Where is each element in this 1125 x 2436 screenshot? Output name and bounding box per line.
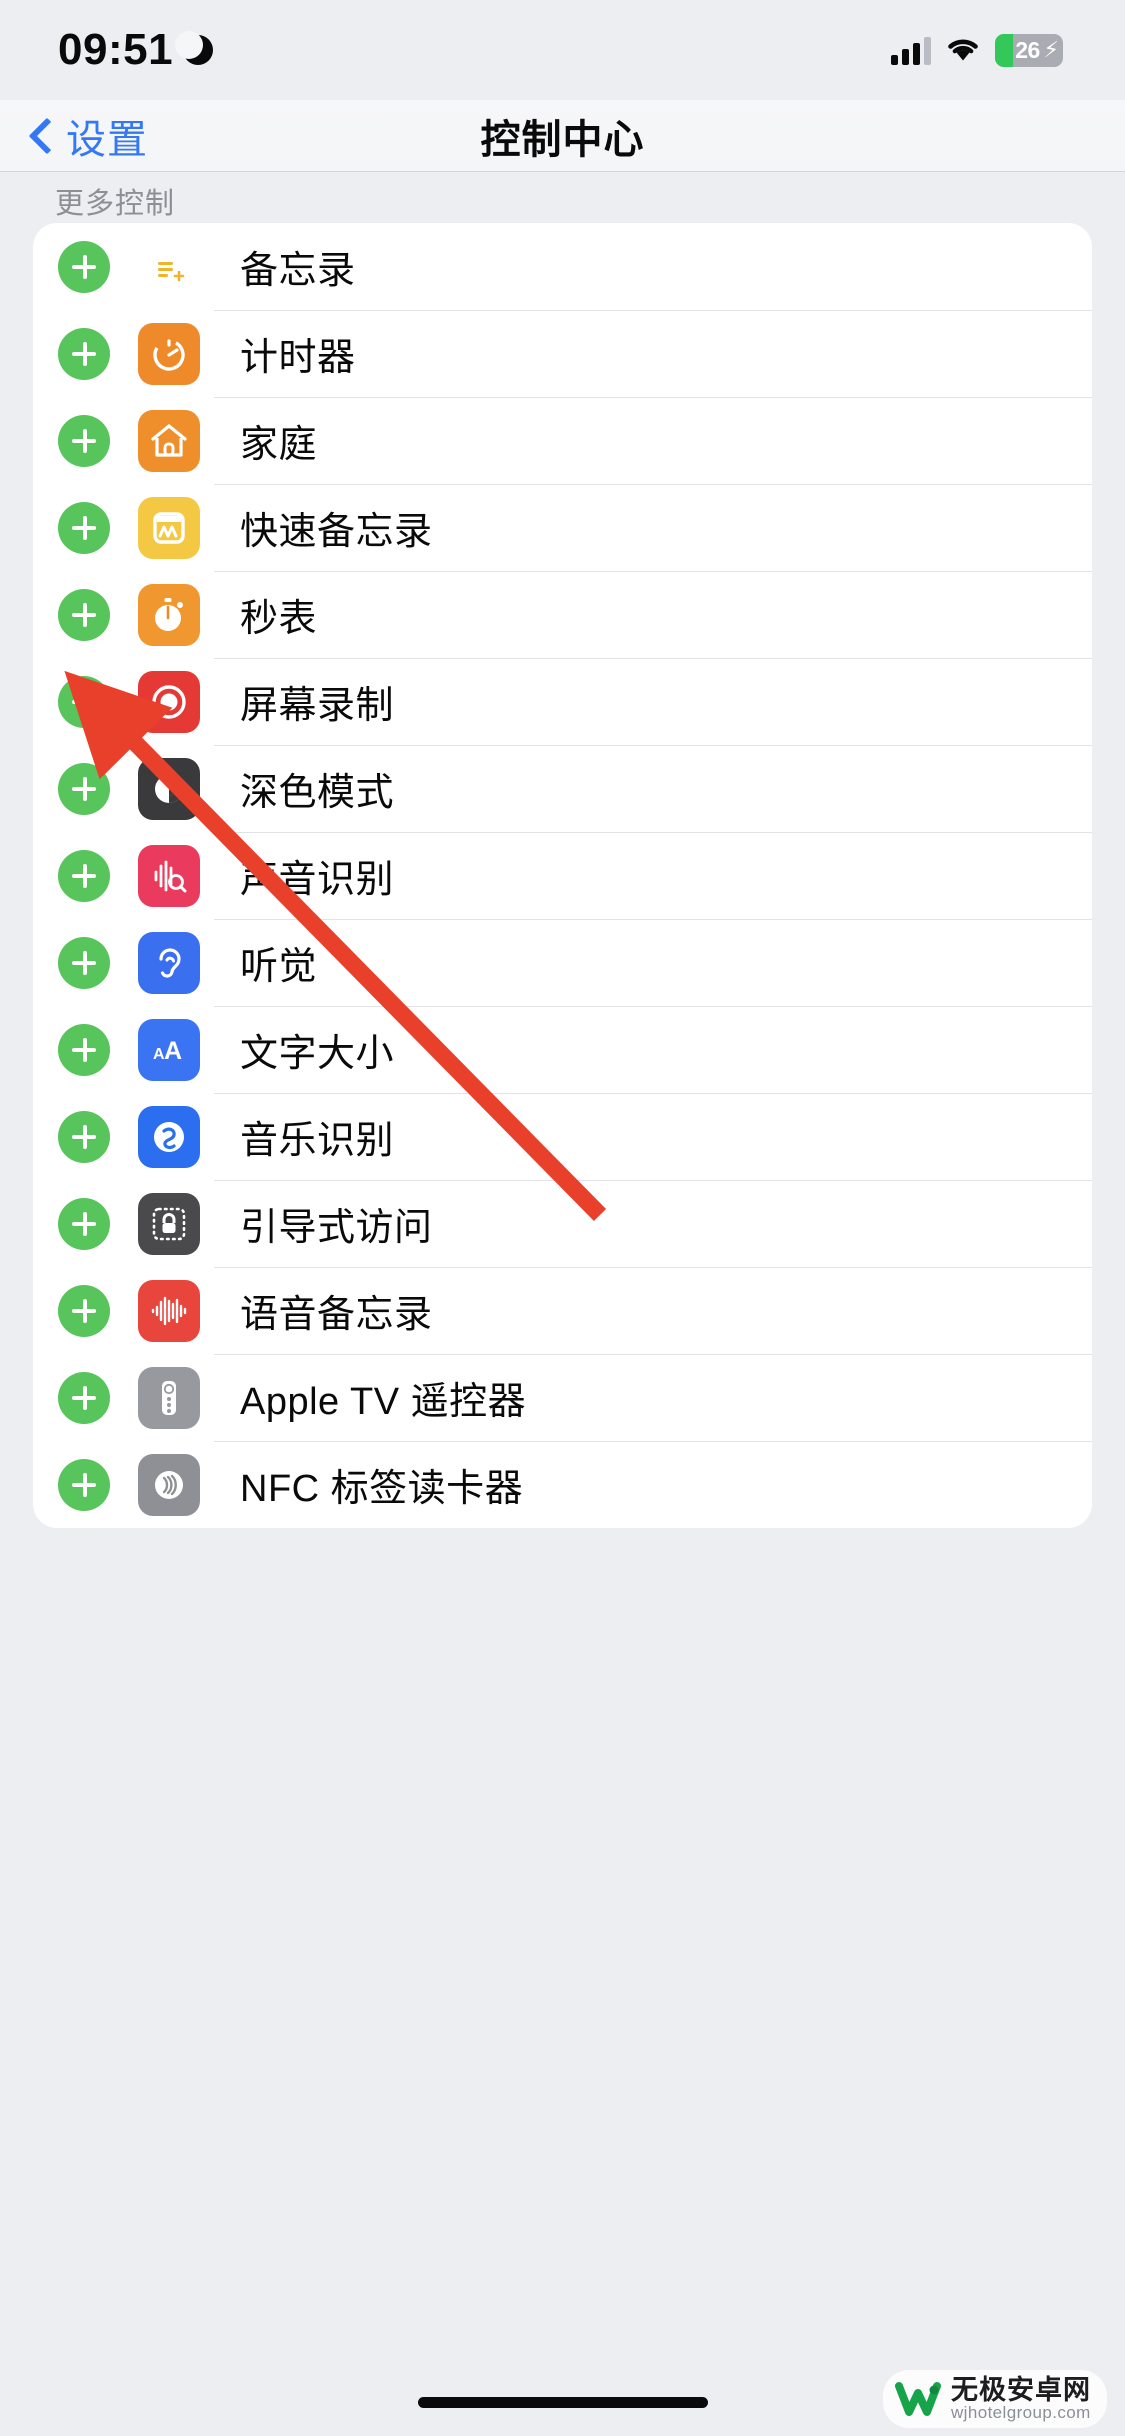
control-row-label: 音乐识别 [240, 1120, 395, 1162]
control-row-label: 秒表 [240, 598, 318, 640]
control-row-label: 计时器 [240, 337, 356, 379]
control-row-label: 家庭 [240, 424, 318, 466]
dark-mode-icon [138, 757, 200, 820]
guided-access-lock-icon [138, 1192, 200, 1255]
add-control-button[interactable] [58, 414, 110, 467]
stopwatch-icon [138, 583, 200, 646]
control-row[interactable]: 计时器 [33, 310, 1092, 397]
sound-recognition-icon [138, 844, 200, 907]
status-bar-clock: 09:51 [58, 25, 174, 74]
chevron-left-icon [30, 117, 52, 155]
control-row[interactable]: Apple TV 遥控器 [33, 1354, 1092, 1441]
control-row-label: 听觉 [240, 946, 318, 988]
add-control-button[interactable] [58, 588, 110, 641]
control-row-label: 快速备忘录 [240, 511, 433, 553]
control-row-label: 备忘录 [240, 250, 356, 292]
control-row[interactable]: 引导式访问 [33, 1180, 1092, 1267]
battery-icon: 26 ⚡ [995, 33, 1063, 67]
add-control-button[interactable] [58, 1284, 110, 1337]
home-indicator[interactable] [417, 2397, 708, 2408]
text-size-icon: A A [138, 1018, 200, 1081]
control-row[interactable]: 快速备忘录 [33, 484, 1092, 571]
more-controls-list: 备忘录 计时器 家庭 快速备忘录 秒表 屏幕录制 深色模式 声音识别 听觉 A … [33, 223, 1092, 1528]
control-row[interactable]: 家庭 [33, 397, 1092, 484]
add-control-button[interactable] [58, 327, 110, 380]
control-row-label: 深色模式 [240, 772, 395, 814]
watermark-text: 无极安卓网 wjhotelgroup.com [951, 2374, 1091, 2423]
control-row-label: 语音备忘录 [240, 1294, 433, 1336]
notes-icon [138, 236, 200, 298]
hearing-ear-icon [138, 931, 200, 994]
add-control-button[interactable] [58, 1023, 110, 1076]
control-row[interactable]: A A 文字大小 [33, 1006, 1092, 1093]
control-row[interactable]: 声音识别 [33, 832, 1092, 919]
control-row-label: 文字大小 [240, 1033, 395, 1075]
iphone-screen: 09:51 26 ⚡ 设置 控制中心 更多控制 备忘录 计时器 家庭 快速备忘录… [0, 0, 1125, 2436]
status-bar-left: 09:51 [58, 25, 214, 75]
control-row[interactable]: 秒表 [33, 571, 1092, 658]
add-control-button[interactable] [58, 849, 110, 902]
page-title: 控制中心 [480, 118, 645, 162]
control-row[interactable]: 语音备忘录 [33, 1267, 1092, 1354]
add-control-button[interactable] [58, 762, 110, 815]
control-row[interactable]: 深色模式 [33, 745, 1092, 832]
add-control-button[interactable] [58, 1371, 110, 1424]
control-row[interactable]: 音乐识别 [33, 1093, 1092, 1180]
control-row[interactable]: NFC 标签读卡器 [33, 1441, 1092, 1528]
status-bar: 09:51 26 ⚡ [0, 0, 1125, 100]
shazam-music-icon [138, 1105, 200, 1168]
add-control-button[interactable] [58, 501, 110, 554]
nfc-reader-icon [138, 1453, 200, 1516]
add-control-button[interactable] [58, 936, 110, 989]
watermark-site-name: 无极安卓网 [951, 2374, 1091, 2405]
add-control-button[interactable] [58, 1458, 110, 1511]
control-row-label: NFC 标签读卡器 [240, 1468, 524, 1510]
back-button[interactable]: 设置 [30, 107, 148, 165]
add-control-button[interactable] [58, 240, 110, 293]
add-control-button[interactable] [58, 675, 110, 728]
screen-record-icon [138, 670, 200, 733]
timer-icon [138, 322, 200, 385]
voice-memos-icon [138, 1279, 200, 1342]
watermark-site-url: wjhotelgroup.com [951, 2403, 1091, 2423]
crescent-moon-icon [175, 31, 214, 65]
navigation-separator [0, 171, 1125, 172]
status-bar-right: 26 ⚡ [891, 33, 1063, 67]
watermark-logo-icon [895, 2379, 941, 2419]
control-row-label: 引导式访问 [240, 1207, 433, 1249]
site-watermark: 无极安卓网 wjhotelgroup.com [883, 2369, 1107, 2428]
control-row-label: 声音识别 [240, 859, 395, 901]
control-row-label: 屏幕录制 [240, 685, 395, 727]
back-button-label: 设置 [66, 118, 148, 162]
add-control-button[interactable] [58, 1110, 110, 1163]
control-row-label: Apple TV 遥控器 [240, 1381, 527, 1423]
svg-text:A: A [164, 1037, 182, 1065]
home-house-icon [138, 409, 200, 472]
quick-note-icon [138, 496, 200, 559]
add-control-button[interactable] [58, 1197, 110, 1250]
control-row[interactable]: 备忘录 [33, 223, 1092, 310]
wifi-icon [945, 36, 981, 64]
control-row[interactable]: 听觉 [33, 919, 1092, 1006]
battery-charging-bolt-icon: ⚡ [1043, 37, 1059, 62]
cellular-signal-icon [891, 35, 931, 65]
control-row[interactable]: 屏幕录制 [33, 658, 1092, 745]
section-header-more-controls: 更多控制 [55, 188, 176, 220]
apple-tv-remote-icon [138, 1366, 200, 1429]
navigation-bar: 设置 控制中心 [0, 100, 1125, 172]
